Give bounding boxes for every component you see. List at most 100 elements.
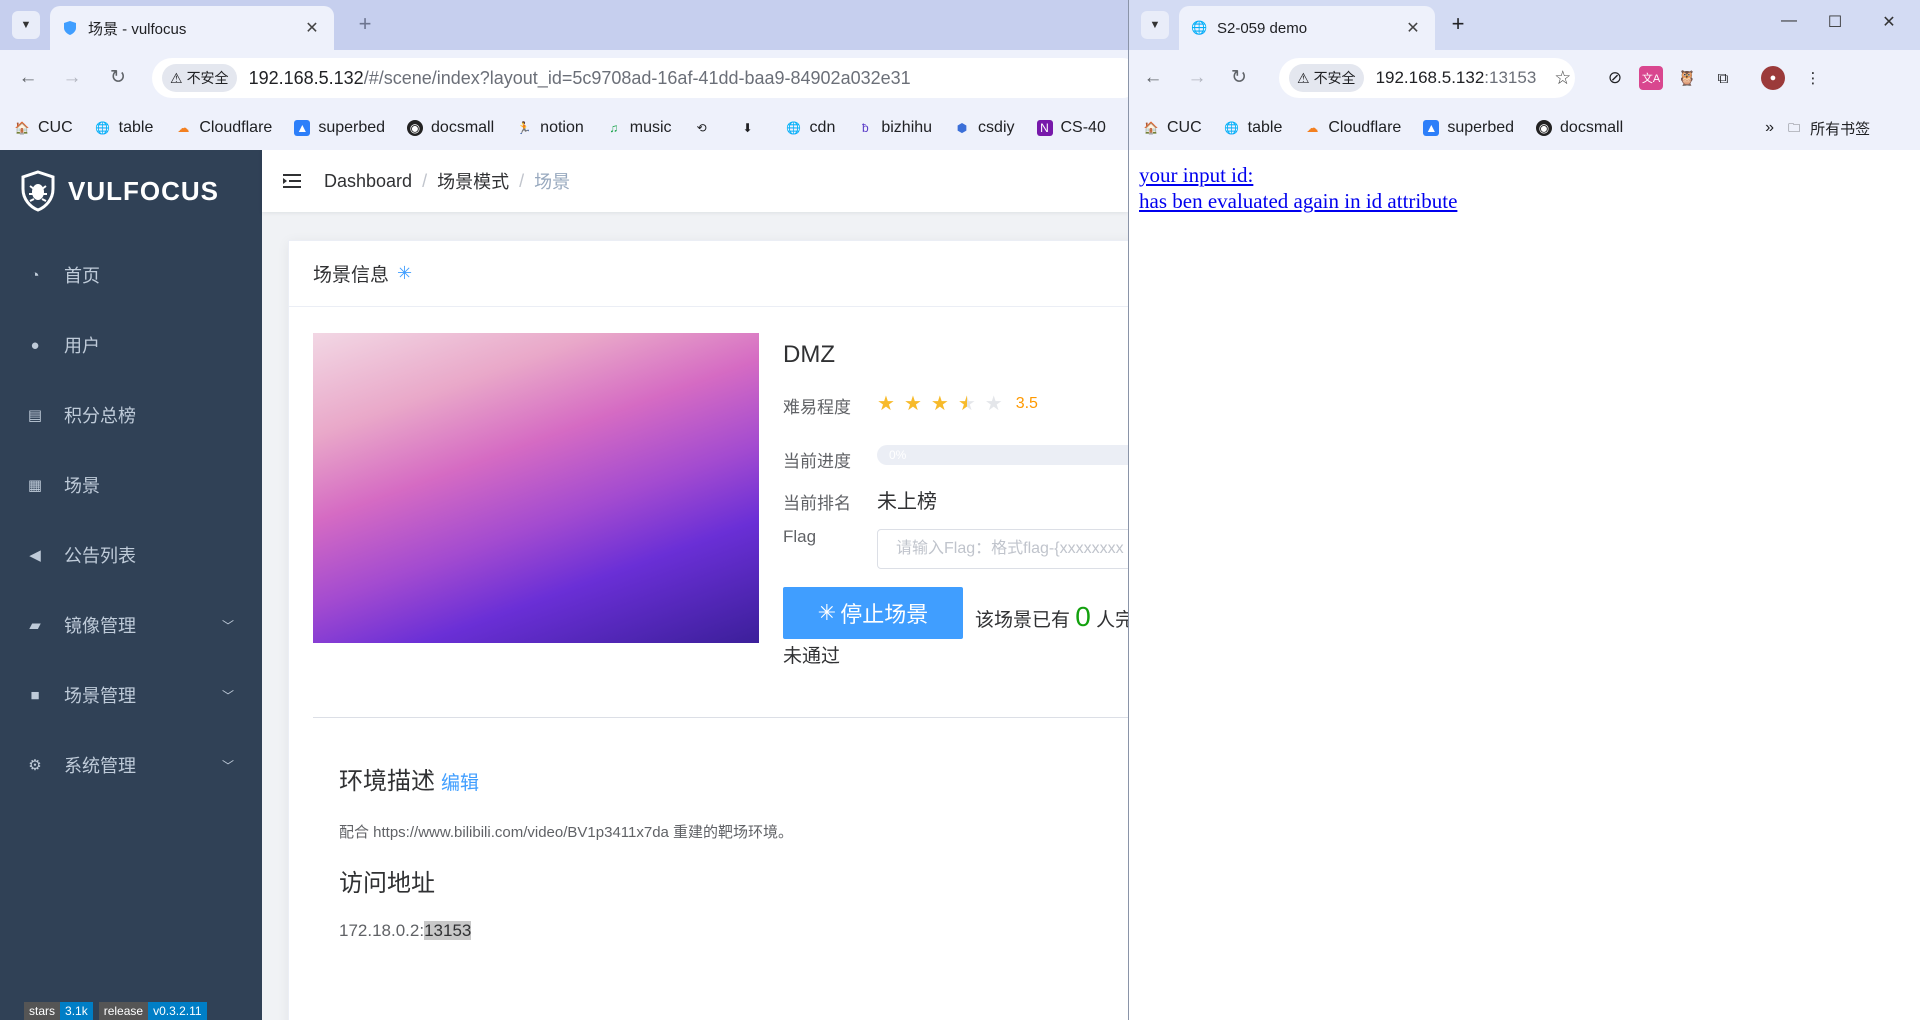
new-tab-button[interactable]: + bbox=[1445, 12, 1471, 38]
image-icon: ▲ bbox=[1423, 120, 1440, 136]
menu-kebab-icon[interactable]: ⋮ bbox=[1801, 66, 1825, 90]
bizhihu-icon: ƀ bbox=[862, 121, 869, 135]
bookmark-cdn[interactable]: 🌐 cdn bbox=[786, 119, 835, 137]
sidebar-item-image-management[interactable]: ▰ 镜像管理 ﹀ bbox=[0, 590, 262, 660]
bookmark-cuc[interactable]: 🏠 CUC bbox=[1143, 119, 1202, 137]
profile-avatar-icon[interactable]: ● bbox=[1761, 66, 1785, 90]
address-bar[interactable]: ⚠ 不安全 192.168.5.132/#/scene/index?layout… bbox=[152, 58, 1128, 98]
maximize-icon[interactable]: ☐ bbox=[1815, 12, 1855, 32]
breadcrumb-scene-mode[interactable]: 场景模式 bbox=[437, 168, 509, 194]
sidebar-item-announcements[interactable]: ◀ 公告列表 bbox=[0, 520, 262, 590]
bookmark-notion[interactable]: 🏃 notion bbox=[516, 119, 584, 137]
hamburger-icon[interactable] bbox=[282, 171, 302, 191]
navigation-toolbar: ← → ↻ ⚠ 不安全 192.168.5.132:13153 ☆ ⊘ 文A 🦉… bbox=[1129, 50, 1920, 106]
scene-image bbox=[313, 333, 759, 643]
bookmark-bizhihu[interactable]: ƀ bizhihu bbox=[857, 119, 932, 137]
sidebar-item-home[interactable]: ◔ 首页 bbox=[0, 240, 262, 310]
bookmarks-bar: 🏠 CUC 🌐 table ☁ Cloudflare ▲ superbed ◉ docsm… bbox=[0, 106, 1128, 150]
bookmark-csdiy[interactable]: ⬢ csdiy bbox=[954, 119, 1015, 137]
output-line-1[interactable]: your input id: bbox=[1139, 162, 1457, 188]
reload-icon[interactable]: ↻ bbox=[1225, 66, 1253, 90]
close-window-icon[interactable]: ✕ bbox=[1869, 12, 1909, 32]
reload-icon[interactable]: ↻ bbox=[104, 66, 132, 90]
address-bar[interactable]: ⚠ 不安全 192.168.5.132:13153 ☆ bbox=[1279, 58, 1575, 98]
security-chip[interactable]: ⚠ 不安全 bbox=[162, 64, 237, 92]
back-icon[interactable]: ← bbox=[14, 66, 42, 90]
bookmark-download[interactable]: ⬇ bbox=[740, 120, 764, 136]
cuc-icon: 🏠 bbox=[14, 121, 30, 135]
card-title: 场景信息 bbox=[313, 265, 390, 286]
stop-scene-button[interactable]: ✳ 停止场景 bbox=[783, 587, 963, 639]
stars-badge[interactable]: stars 3.1k bbox=[24, 1002, 93, 1020]
passed-count: 0 bbox=[1075, 601, 1091, 632]
card-header: 场景信息 ✳ bbox=[289, 241, 1128, 307]
divider bbox=[313, 717, 1128, 718]
scene-status: 未通过 bbox=[783, 646, 841, 667]
bookmark-history[interactable]: ⟲ bbox=[694, 120, 718, 136]
tab-vulfocus[interactable]: 场景 - vulfocus ✕ bbox=[50, 6, 334, 50]
globe-icon: 🌐 bbox=[95, 121, 111, 135]
tab-search-button[interactable]: ▼ bbox=[1141, 11, 1169, 39]
sidebar-item-user[interactable]: ● 用户 bbox=[0, 310, 262, 380]
cuc-icon: 🏠 bbox=[1143, 121, 1159, 135]
cube-icon: ⬢ bbox=[956, 121, 968, 135]
breadcrumb-separator: / bbox=[519, 170, 525, 191]
adblock-icon[interactable]: ⊘ bbox=[1603, 66, 1627, 90]
more-bookmarks-icon[interactable]: » bbox=[1765, 119, 1774, 137]
sidebar-item-ranking[interactable]: ▤ 积分总榜 bbox=[0, 380, 262, 450]
bookmark-superbed[interactable]: ▲ superbed bbox=[294, 119, 385, 137]
translate-icon[interactable]: 文A bbox=[1639, 66, 1663, 90]
output-line-2[interactable]: has ben evaluated again in id attribute bbox=[1139, 188, 1457, 214]
forward-icon[interactable]: → bbox=[58, 66, 86, 90]
bookmark-music[interactable]: ♫ music bbox=[606, 119, 671, 137]
navigation-toolbar: ← → ↻ ⚠ 不安全 192.168.5.132/#/scene/index?… bbox=[0, 50, 1128, 106]
vulfocus-page: VULFOCUS ◔ 首页 ● 用户 ▤ 积分总榜 ▦ 场景 ◀ 公告列表 ▰ 镜像管理 ﹀ … bbox=[0, 150, 1128, 1020]
folder-icon: 🗀 bbox=[1788, 121, 1801, 135]
close-tab-icon[interactable]: ✕ bbox=[302, 18, 322, 38]
tab-title: S2-059 demo bbox=[1217, 19, 1308, 37]
all-bookmarks[interactable]: 🗀 所有书签 bbox=[1786, 118, 1870, 139]
security-chip[interactable]: ⚠ 不安全 bbox=[1289, 64, 1364, 92]
tab-search-button[interactable]: ▼ bbox=[12, 11, 40, 39]
bookmark-superbed[interactable]: ▲ superbed bbox=[1423, 119, 1514, 137]
breadcrumb-current: 场景 bbox=[534, 172, 571, 192]
onenote-icon: N bbox=[1036, 120, 1053, 136]
close-tab-icon[interactable]: ✕ bbox=[1403, 18, 1423, 38]
bookmark-cuc[interactable]: 🏠 CUC bbox=[14, 119, 73, 137]
minimize-icon[interactable]: — bbox=[1769, 12, 1809, 30]
half-star-icon: ★ bbox=[957, 393, 976, 415]
globe-icon: 🌐 bbox=[1224, 121, 1240, 135]
access-address[interactable]: 172.18.0.2:13153 bbox=[339, 921, 472, 941]
brand-logo[interactable]: VULFOCUS bbox=[20, 170, 219, 212]
sidebar-item-system-management[interactable]: ⚙ 系统管理 ﹀ bbox=[0, 730, 262, 800]
access-section-title: 访问地址 bbox=[339, 870, 435, 897]
back-icon[interactable]: ← bbox=[1139, 66, 1167, 90]
bookmark-docsmall[interactable]: ◉ docsmall bbox=[407, 119, 494, 137]
flag-input[interactable]: 请输入Flag：格式flag-{xxxxxxxx bbox=[877, 529, 1128, 569]
bookmark-cs[interactable]: N CS-40 bbox=[1036, 119, 1106, 137]
bookmark-cloudflare[interactable]: ☁ Cloudflare bbox=[175, 119, 272, 137]
flag-label: Flag bbox=[783, 527, 817, 546]
breadcrumb-dashboard[interactable]: Dashboard bbox=[324, 171, 412, 192]
shield-bug-icon bbox=[21, 170, 55, 212]
new-tab-button[interactable]: + bbox=[352, 12, 378, 38]
bookmark-table[interactable]: 🌐 table bbox=[1224, 119, 1282, 137]
bookmark-cloudflare[interactable]: ☁ Cloudflare bbox=[1304, 119, 1401, 137]
download-icon: ⬇ bbox=[742, 121, 753, 135]
sidebar-item-scene-management[interactable]: ■ 场景管理 ﹀ bbox=[0, 660, 262, 730]
release-badge[interactable]: release v0.3.2.11 bbox=[98, 1002, 207, 1020]
star-icon: ★ bbox=[930, 393, 949, 415]
chevron-down-icon: ﹀ bbox=[221, 758, 234, 773]
edit-link[interactable]: 编辑 bbox=[441, 773, 479, 794]
progress-label: 当前进度 bbox=[783, 452, 851, 471]
bookmark-docsmall[interactable]: ◉ docsmall bbox=[1536, 119, 1623, 137]
url-text: 192.168.5.132/#/scene/index?layout_id=5c… bbox=[248, 67, 911, 88]
sidebar-item-scene[interactable]: ▦ 场景 bbox=[0, 450, 262, 520]
bookmark-table[interactable]: 🌐 table bbox=[95, 119, 153, 137]
extensions-puzzle-icon[interactable]: ⧉ bbox=[1711, 66, 1735, 90]
extension-avatar-icon[interactable]: 🦉 bbox=[1675, 66, 1699, 90]
tab-strip: ▼ 场景 - vulfocus ✕ + bbox=[0, 0, 1128, 50]
bookmark-star-icon[interactable]: ☆ bbox=[1554, 67, 1571, 90]
tab-s2-059[interactable]: 🌐 S2-059 demo ✕ bbox=[1179, 6, 1435, 50]
forward-icon[interactable]: → bbox=[1183, 66, 1211, 90]
